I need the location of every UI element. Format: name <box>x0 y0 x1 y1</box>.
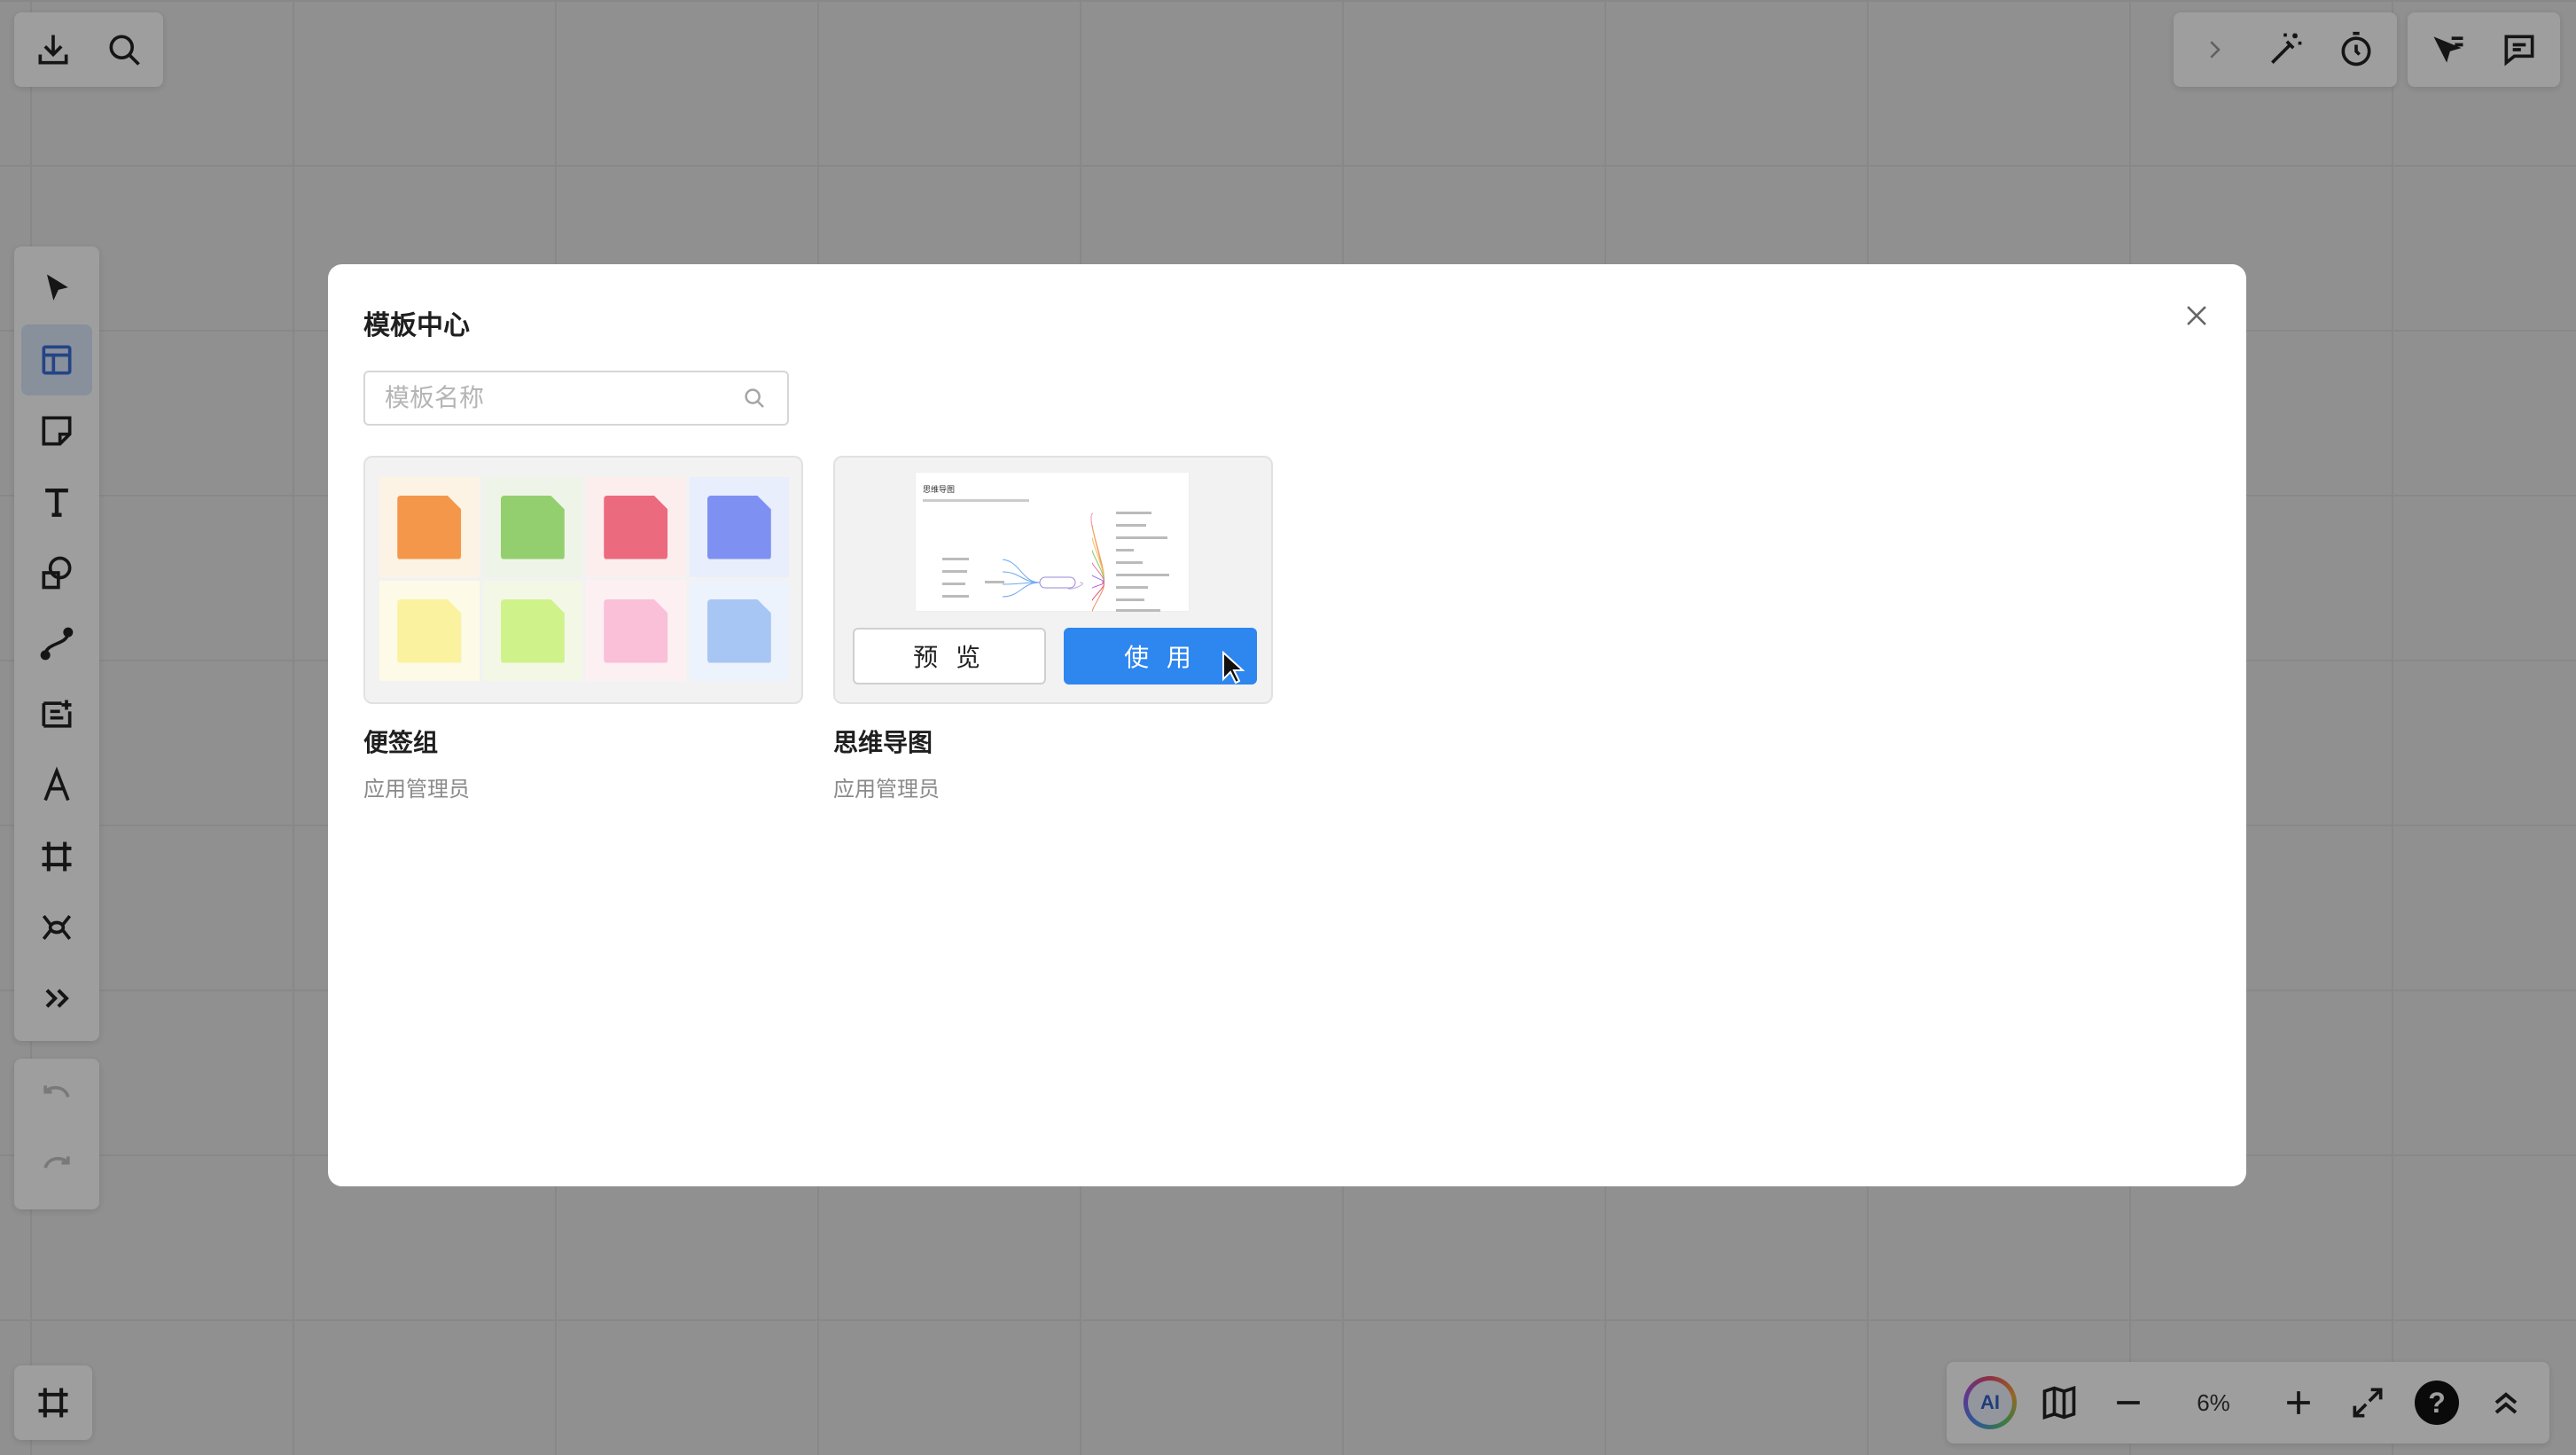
template-name: 思维导图 <box>833 729 933 756</box>
modal-title: 模板中心 <box>363 311 470 340</box>
sticky-note-shape <box>500 495 565 559</box>
sticky-note-shape <box>397 598 462 663</box>
template-center-modal: 模板中心 便签组 应用管理员 思维导图 <box>328 264 2246 1186</box>
mouse-cursor-icon <box>1222 651 1245 684</box>
sticky-preview-cell <box>379 581 480 681</box>
template-author: 应用管理员 <box>363 778 470 802</box>
sticky-note-shape <box>706 495 771 559</box>
sticky-preview-cell <box>482 581 582 681</box>
close-icon[interactable] <box>2177 296 2216 335</box>
sticky-preview-cell <box>482 477 582 577</box>
template-search <box>363 371 789 426</box>
sticky-preview-cell <box>586 581 686 681</box>
mind-map-branches <box>942 512 1169 612</box>
use-button-label: 使 用 <box>1124 644 1197 671</box>
search-icon <box>745 388 764 408</box>
sticky-note-shape <box>706 598 771 663</box>
template-card-sticky[interactable]: 便签组 应用管理员 <box>363 456 803 802</box>
template-thumbnail[interactable]: 思维导图 预 览 使 用 <box>833 456 1273 704</box>
sticky-preview-cell <box>586 477 686 577</box>
template-card-mindmap[interactable]: 思维导图 预 览 使 用 思维导图 应用管理员 <box>833 456 1273 802</box>
sticky-note-shape <box>500 598 565 663</box>
template-author: 应用管理员 <box>833 778 940 802</box>
preview-button[interactable]: 预 览 <box>853 628 1046 684</box>
sticky-preview-cell <box>689 581 789 681</box>
template-actions: 预 览 使 用 <box>853 628 1257 684</box>
use-button[interactable]: 使 用 <box>1064 628 1257 684</box>
template-name: 便签组 <box>363 729 439 756</box>
sticky-note-shape <box>604 495 668 559</box>
sticky-notes-preview <box>379 477 789 681</box>
sticky-preview-cell <box>379 477 480 577</box>
sticky-note-shape <box>604 598 668 663</box>
mind-map-preview-image: 思维导图 <box>915 472 1190 612</box>
template-search-input[interactable] <box>385 384 741 412</box>
template-thumbnail[interactable] <box>363 456 803 704</box>
sticky-preview-cell <box>689 477 789 577</box>
sticky-note-shape <box>397 495 462 559</box>
